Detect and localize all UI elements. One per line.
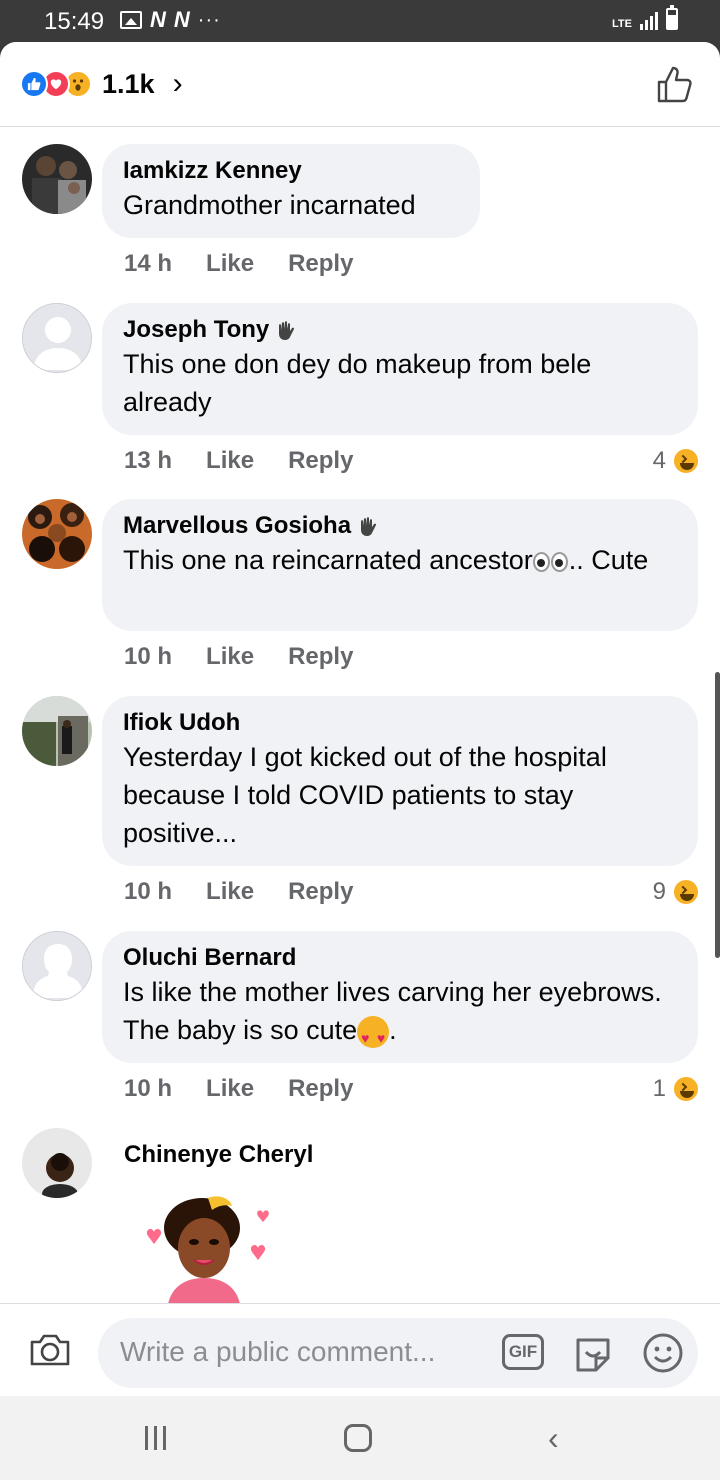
- reply-link[interactable]: Reply: [288, 250, 353, 278]
- eyes-emoji-icon: [532, 551, 569, 572]
- comment-input[interactable]: Write a public comment... GIF: [98, 1318, 698, 1388]
- reaction-count: 9: [652, 878, 666, 905]
- like-reaction-icon: [20, 70, 48, 98]
- more-notifications-icon: ···: [197, 9, 221, 31]
- comment-text: This one don dey do makeup from bele alr…: [123, 349, 592, 417]
- emoji-button-icon[interactable]: [642, 1332, 684, 1374]
- system-icons: LTE: [612, 5, 678, 30]
- status-time: 15:49: [44, 8, 105, 35]
- home-button[interactable]: [344, 1424, 372, 1452]
- comment-bubble[interactable]: Oluchi Bernard Is like the mother lives …: [102, 931, 698, 1063]
- avatar[interactable]: [22, 499, 92, 569]
- comment-time[interactable]: 10 h: [124, 878, 172, 906]
- avatar[interactable]: [22, 144, 92, 214]
- comment-actions: 10 h Like Reply: [124, 1075, 353, 1103]
- reply-link[interactable]: Reply: [288, 1075, 353, 1103]
- comment-input-placeholder: Write a public comment...: [120, 1336, 436, 1367]
- reaction-count: 1: [652, 1075, 666, 1102]
- like-link[interactable]: Like: [206, 643, 254, 671]
- commenter-name[interactable]: Oluchi Bernard: [123, 943, 676, 973]
- back-button[interactable]: ‹: [548, 1420, 559, 1457]
- notification-icons: N N ···: [120, 7, 221, 32]
- battery-icon: [666, 5, 678, 30]
- chevron-right-icon: ›: [172, 67, 183, 100]
- reply-link[interactable]: Reply: [288, 447, 353, 475]
- comment-text: Yesterday I got kicked out of the hospit…: [123, 742, 607, 848]
- reaction-count: 4: [652, 447, 666, 474]
- reaction-count: 1.1k: [102, 68, 155, 99]
- reactions-summary[interactable]: 1.1k ›: [20, 67, 183, 101]
- commenter-name[interactable]: Joseph Tony: [123, 315, 676, 345]
- like-link[interactable]: Like: [206, 250, 254, 278]
- haha-reaction-icon: [672, 447, 700, 475]
- comment-bubble[interactable]: Iamkizz Kenney Grandmother incarnated: [102, 144, 480, 238]
- comment-composer: Write a public comment... GIF: [0, 1303, 720, 1396]
- n-notification-icon: N: [150, 7, 166, 32]
- comment-bubble[interactable]: Joseph Tony This one don dey do makeup f…: [102, 303, 698, 435]
- reply-link[interactable]: Reply: [288, 878, 353, 906]
- status-bar: 15:49 N N ··· LTE: [0, 0, 720, 42]
- comment-text: Grandmother incarnated: [123, 190, 416, 220]
- comment-bubble[interactable]: Marvellous Gosioha This one na reincarna…: [102, 499, 698, 631]
- comment-actions: 13 h Like Reply: [124, 447, 353, 475]
- comment-actions: 14 h Like Reply: [124, 250, 353, 278]
- commenter-name[interactable]: Chinenye Cheryl: [124, 1140, 313, 1170]
- gif-button[interactable]: GIF: [502, 1334, 544, 1370]
- like-link[interactable]: Like: [206, 878, 254, 906]
- comments-sheet: 1.1k › Iamkizz Kenney Grandmother incarn…: [0, 42, 720, 1396]
- like-link[interactable]: Like: [206, 447, 254, 475]
- commenter-name[interactable]: Marvellous Gosioha: [123, 511, 676, 541]
- n-notification-icon-2: N: [173, 7, 190, 32]
- comment-reactions[interactable]: 1: [653, 1075, 700, 1103]
- android-nav-bar: ‹: [0, 1396, 720, 1480]
- wave-badge-icon: [361, 517, 377, 536]
- commenter-name[interactable]: Iamkizz Kenney: [123, 156, 458, 186]
- reply-link[interactable]: Reply: [288, 643, 353, 671]
- lte-icon: LTE: [612, 18, 632, 30]
- avatar[interactable]: [22, 303, 92, 373]
- comment-bubble[interactable]: Ifiok Udoh Yesterday I got kicked out of…: [102, 696, 698, 866]
- commenter-name[interactable]: Ifiok Udoh: [123, 708, 676, 738]
- comment-text: This one na reincarnated ancestor.. Cute: [123, 545, 649, 575]
- avatar[interactable]: [22, 931, 92, 1001]
- gallery-notification-icon: [120, 11, 142, 29]
- comment-reactions[interactable]: 4: [653, 447, 700, 475]
- haha-reaction-icon: [672, 1075, 700, 1103]
- reactions-header: 1.1k ›: [0, 42, 720, 127]
- signal-icon: [640, 10, 658, 30]
- comment-time[interactable]: 10 h: [124, 1075, 172, 1103]
- comment-reactions[interactable]: 9: [653, 878, 700, 906]
- avatar[interactable]: [22, 696, 92, 766]
- sticker-image[interactable]: [140, 1192, 280, 1304]
- sticker-button-icon[interactable]: [572, 1332, 614, 1374]
- recent-apps-button[interactable]: [145, 1426, 166, 1450]
- comment-time[interactable]: 14 h: [124, 250, 172, 278]
- comment-actions: 10 h Like Reply: [124, 878, 353, 906]
- avatar[interactable]: [22, 1128, 92, 1198]
- like-button-icon[interactable]: [656, 64, 692, 104]
- comment-time[interactable]: 13 h: [124, 447, 172, 475]
- comment-time[interactable]: 10 h: [124, 643, 172, 671]
- comment-text: Is like the mother lives carving her eye…: [123, 973, 676, 1057]
- haha-reaction-icon: [672, 878, 700, 906]
- wave-badge-icon: [279, 321, 295, 340]
- scroll-indicator[interactable]: [715, 672, 720, 958]
- camera-icon[interactable]: [28, 1332, 72, 1368]
- comment-actions: 10 h Like Reply: [124, 643, 353, 671]
- like-link[interactable]: Like: [206, 1075, 254, 1103]
- heart-eyes-emoji-icon: [357, 1015, 390, 1057]
